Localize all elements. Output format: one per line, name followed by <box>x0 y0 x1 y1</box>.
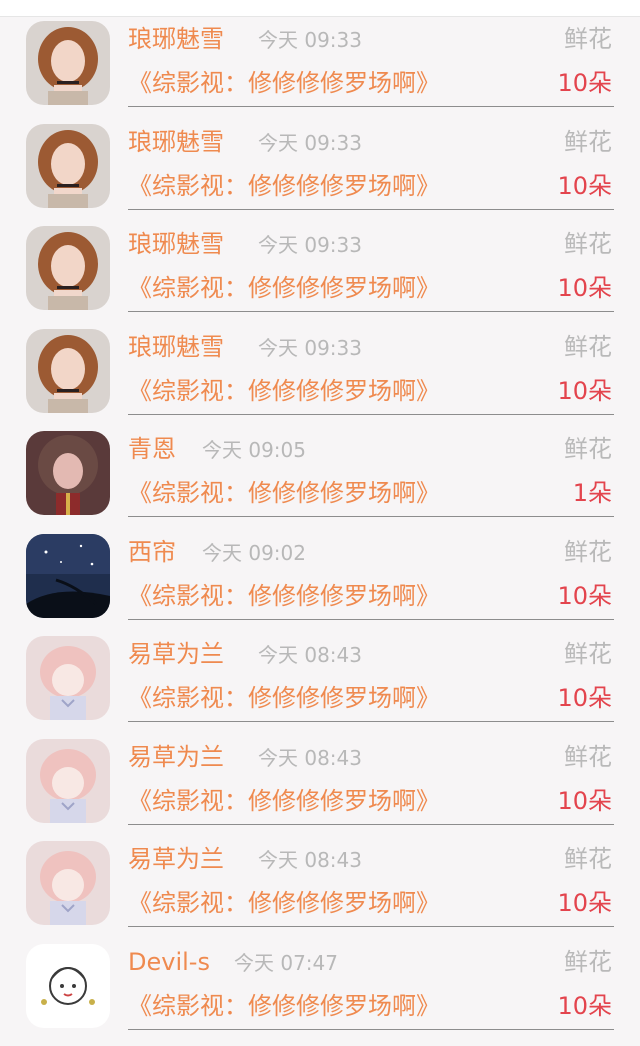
gift-type: 鲜花 <box>564 537 612 566</box>
gift-type: 鲜花 <box>564 127 612 156</box>
avatar[interactable] <box>26 533 110 618</box>
gift-type: 鲜花 <box>564 947 612 976</box>
book-title[interactable]: 《综影视：修修修修罗场啊》 <box>128 986 440 1026</box>
user-name[interactable]: 易草为兰 <box>128 839 224 879</box>
book-title[interactable]: 《综影视：修修修修罗场啊》 <box>128 371 440 411</box>
list-item[interactable]: 易草为兰 今天 08:43 鲜花 《综影视：修修修修罗场啊》 10朵 <box>0 735 640 838</box>
top-bar <box>0 0 640 17</box>
divider <box>128 823 614 825</box>
user-name[interactable]: 西帘 <box>128 532 176 572</box>
timestamp: 今天 08:43 <box>258 848 362 872</box>
user-name[interactable]: 琅琊魅雪 <box>128 224 224 264</box>
avatar[interactable] <box>26 943 110 1028</box>
list-item[interactable]: 青恩 今天 09:05 鲜花 《综影视：修修修修罗场啊》 1朵 <box>0 427 640 530</box>
divider <box>128 516 614 517</box>
list-item[interactable]: 琅琊魅雪 今天 09:33 鲜花 《综影视：修修修修罗场啊》 10朵 <box>0 222 640 325</box>
gift-count: 10朵 <box>557 581 612 610</box>
user-name[interactable]: 琅琊魅雪 <box>128 19 224 59</box>
anime-girl-avatar-icon <box>26 636 110 720</box>
gift-count: 10朵 <box>557 69 612 97</box>
gift-count: 1朵 <box>572 479 612 507</box>
divider <box>128 1028 614 1030</box>
gift-record-list: 琅琊魅雪 今天 09:33 鲜花 《综影视：修修修修罗场啊》 10朵 琅琊魅雪 … <box>0 17 640 1042</box>
timestamp: 今天 09:33 <box>258 335 362 360</box>
book-title[interactable]: 《综影视：修修修修罗场啊》 <box>128 781 440 821</box>
cartoon-sketch-avatar-icon <box>26 943 110 1028</box>
book-title[interactable]: 《综影视：修修修修罗场啊》 <box>128 576 440 616</box>
timestamp: 今天 09:05 <box>202 438 306 462</box>
book-title[interactable]: 《综影视：修修修修罗场啊》 <box>128 63 440 103</box>
list-item[interactable]: Devil-s 今天 07:47 鲜花 《综影视：修修修修罗场啊》 10朵 <box>0 940 640 1043</box>
divider <box>128 208 614 210</box>
user-name[interactable]: 青恩 <box>128 429 176 469</box>
gift-type: 鲜花 <box>564 640 612 668</box>
woman-portrait-avatar-icon <box>26 21 110 105</box>
user-name[interactable]: Devil-s <box>128 942 210 982</box>
user-name[interactable]: 易草为兰 <box>128 737 224 777</box>
gift-type: 鲜花 <box>564 845 612 873</box>
list-item[interactable]: 易草为兰 今天 08:43 鲜花 《综影视：修修修修罗场啊》 10朵 <box>0 632 640 735</box>
avatar[interactable] <box>26 841 110 925</box>
divider <box>128 926 614 927</box>
user-name[interactable]: 易草为兰 <box>128 634 224 674</box>
divider <box>128 106 614 107</box>
divider <box>128 311 614 312</box>
anime-girl-avatar-icon <box>26 841 110 925</box>
list-item[interactable]: 琅琊魅雪 今天 09:33 鲜花 《综影视：修修修修罗场啊》 10朵 <box>0 325 640 428</box>
gift-count: 10朵 <box>557 991 612 1020</box>
gift-count: 10朵 <box>557 171 612 200</box>
timestamp: 今天 09:33 <box>258 28 362 52</box>
book-title[interactable]: 《综影视：修修修修罗场啊》 <box>128 678 440 718</box>
woman-portrait-avatar-icon <box>26 123 110 208</box>
divider <box>128 618 614 620</box>
gift-count: 10朵 <box>557 376 612 405</box>
divider <box>128 721 614 722</box>
gift-count: 10朵 <box>557 889 612 917</box>
avatar[interactable] <box>26 123 110 208</box>
girl-portrait-avatar-icon <box>26 431 110 515</box>
gift-count: 10朵 <box>557 786 612 815</box>
timestamp: 今天 08:43 <box>258 745 362 770</box>
list-item[interactable]: 琅琊魅雪 今天 09:33 鲜花 《综影视：修修修修罗场啊》 10朵 <box>0 120 640 223</box>
list-item[interactable]: 西帘 今天 09:02 鲜花 《综影视：修修修修罗场啊》 10朵 <box>0 530 640 633</box>
list-item[interactable]: 易草为兰 今天 08:43 鲜花 《综影视：修修修修罗场啊》 10朵 <box>0 837 640 940</box>
avatar[interactable] <box>26 738 110 823</box>
book-title[interactable]: 《综影视：修修修修罗场啊》 <box>128 883 440 923</box>
woman-portrait-avatar-icon <box>26 226 110 310</box>
anime-girl-avatar-icon <box>26 738 110 823</box>
timestamp: 今天 07:47 <box>234 950 338 975</box>
gift-count: 10朵 <box>557 684 612 712</box>
avatar[interactable] <box>26 328 110 413</box>
list-item[interactable]: 琅琊魅雪 今天 09:33 鲜花 《综影视：修修修修罗场啊》 10朵 <box>0 17 640 120</box>
timestamp: 今天 09:33 <box>258 130 362 155</box>
gift-type: 鲜花 <box>564 435 612 463</box>
night-sky-avatar-icon <box>26 533 110 618</box>
book-title[interactable]: 《综影视：修修修修罗场啊》 <box>128 473 440 513</box>
avatar[interactable] <box>26 636 110 720</box>
timestamp: 今天 08:43 <box>258 643 362 667</box>
avatar[interactable] <box>26 431 110 515</box>
user-name[interactable]: 琅琊魅雪 <box>128 122 224 162</box>
gift-type: 鲜花 <box>564 230 612 258</box>
timestamp: 今天 09:33 <box>258 233 362 257</box>
timestamp: 今天 09:02 <box>202 540 306 565</box>
book-title[interactable]: 《综影视：修修修修罗场啊》 <box>128 166 440 206</box>
divider <box>128 413 614 415</box>
gift-type: 鲜花 <box>564 332 612 361</box>
gift-type: 鲜花 <box>564 742 612 771</box>
avatar[interactable] <box>26 21 110 105</box>
book-title[interactable]: 《综影视：修修修修罗场啊》 <box>128 268 440 308</box>
user-name[interactable]: 琅琊魅雪 <box>128 327 224 367</box>
woman-portrait-avatar-icon <box>26 328 110 413</box>
gift-count: 10朵 <box>557 274 612 302</box>
gift-type: 鲜花 <box>564 25 612 53</box>
avatar[interactable] <box>26 226 110 310</box>
